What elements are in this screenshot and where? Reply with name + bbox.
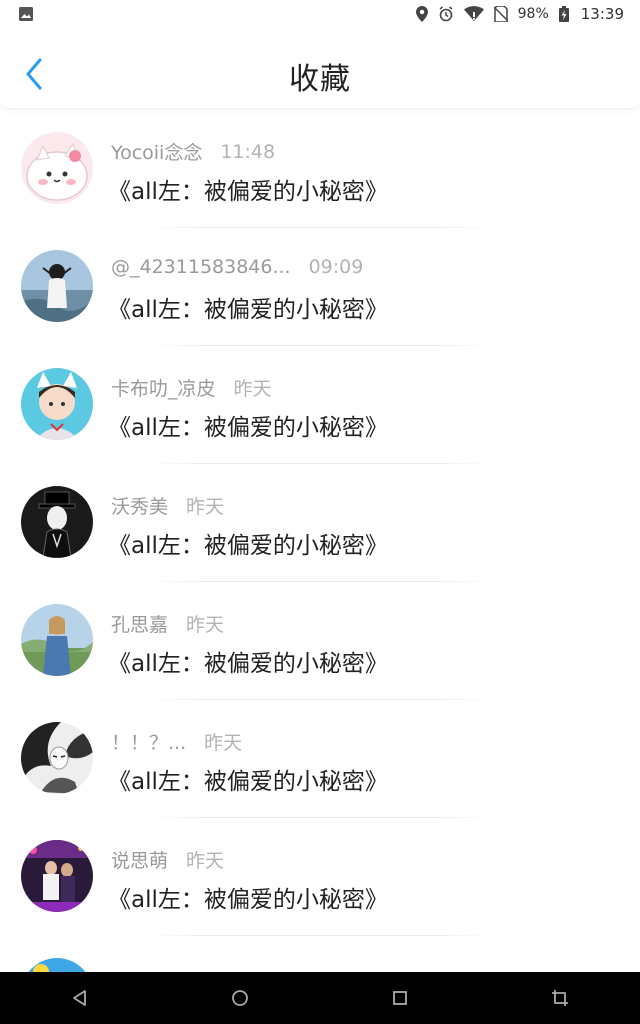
user-name: 说思萌 [111, 850, 169, 872]
avatar [21, 132, 93, 204]
list-item[interactable]: Yocoii念念 11:48 《all左：被偏爱的小秘密》 [0, 110, 640, 228]
message-text: 《all左：被偏爱的小秘密》 [108, 887, 388, 913]
back-triangle-icon [73, 990, 86, 1006]
timestamp: 昨天 [204, 732, 243, 754]
avatar [21, 840, 93, 912]
avatar [21, 722, 93, 794]
list-item[interactable] [0, 936, 640, 972]
message-text: 《all左：被偏爱的小秘密》 [108, 533, 388, 559]
app-header: 收藏 [0, 28, 640, 109]
timestamp: 09:09 [308, 256, 364, 278]
nav-home-button[interactable] [220, 978, 260, 1018]
timestamp: 11:48 [220, 140, 276, 163]
status-time: 13:39 [580, 5, 624, 23]
nav-back-button[interactable] [60, 978, 100, 1018]
message-text: 《all左：被偏爱的小秘密》 [108, 179, 388, 205]
timestamp: 昨天 [233, 378, 272, 400]
battery-percent: 98% [517, 6, 549, 22]
nav-crop-button[interactable] [540, 978, 580, 1018]
alarm-icon [438, 6, 454, 22]
wifi-icon [463, 6, 484, 22]
timestamp: 昨天 [186, 850, 225, 872]
nav-recents-button[interactable] [380, 978, 420, 1018]
no-sim-icon [493, 6, 508, 22]
message-text: 《all左：被偏爱的小秘密》 [108, 651, 388, 677]
message-text: 《all左：被偏爱的小秘密》 [108, 297, 388, 323]
recents-square-icon [393, 991, 407, 1005]
avatar [21, 368, 93, 440]
status-bar: 98% 13:39 [0, 0, 640, 28]
image-icon [18, 6, 34, 22]
avatar [21, 250, 93, 322]
system-nav-bar [0, 972, 640, 1024]
favorites-list: Yocoii念念 11:48 《all左：被偏爱的小秘密》 @_42311583… [0, 110, 640, 972]
page-title: 收藏 [289, 62, 351, 97]
list-item[interactable]: 卡布叻_凉皮 昨天 《all左：被偏爱的小秘密》 [0, 346, 640, 464]
list-item[interactable]: 孔思嘉 昨天 《all左：被偏爱的小秘密》 [0, 582, 640, 700]
message-text: 《all左：被偏爱的小秘密》 [108, 415, 388, 441]
list-item[interactable]: 沃秀美 昨天 《all左：被偏爱的小秘密》 [0, 464, 640, 582]
avatar [21, 486, 93, 558]
list-item[interactable]: ！！？... 昨天 《all左：被偏爱的小秘密》 [0, 700, 640, 818]
battery-charging-icon [558, 6, 569, 22]
list-item[interactable]: 说思萌 昨天 《all左：被偏爱的小秘密》 [0, 818, 640, 936]
user-name: ！！？... [111, 732, 187, 754]
list-item[interactable]: @_42311583846... 09:09 《all左：被偏爱的小秘密》 [0, 228, 640, 346]
avatar [21, 958, 93, 972]
user-name: 孔思嘉 [111, 614, 169, 636]
user-name: 沃秀美 [111, 496, 169, 518]
home-circle-icon [232, 990, 248, 1006]
location-icon [415, 6, 428, 22]
timestamp: 昨天 [186, 496, 225, 518]
user-name: @_42311583846... [111, 256, 291, 278]
user-name: Yocoii念念 [111, 142, 203, 164]
timestamp: 昨天 [186, 614, 225, 636]
avatar [21, 604, 93, 676]
message-text: 《all左：被偏爱的小秘密》 [108, 769, 388, 795]
crop-icon [552, 990, 568, 1006]
user-name: 卡布叻_凉皮 [111, 378, 216, 400]
